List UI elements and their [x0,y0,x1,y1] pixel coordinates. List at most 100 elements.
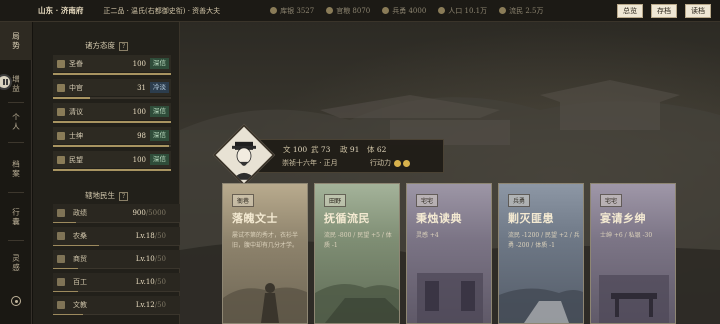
action-card-scholar[interactable]: 衙巷 落魄文士 屡试不第的秀才，衣衫半旧，腹中却有几分才学。 [222,183,308,324]
stat-grain: 官粮 8070 [326,6,370,16]
livelihood-bar [53,222,180,223]
card-art [499,288,583,323]
status-badge: 冷淡 [150,82,169,93]
attr-literacy: 文 100 [283,145,308,154]
top-status-bar: 山东 · 济南府 正二品 · 温氏(右都御史衔) · 资善大夫 库银 3527 … [0,0,720,22]
livelihood-row[interactable]: 文教 Lv.12 /50 [53,296,180,314]
action-point-icon [394,159,401,167]
card-art [223,283,307,323]
livelihood-row[interactable]: 政绩 900 /5000 [53,204,180,222]
crafts-icon [57,278,65,286]
soldier-icon [382,7,390,14]
nav-divider [8,192,24,193]
livelihood-bar [53,268,180,269]
load-button[interactable]: 读档 [685,4,711,18]
nav-item-buffs[interactable]: 增益 [0,72,32,96]
trade-icon [57,255,65,263]
silver-icon [270,7,278,14]
faction-row[interactable]: 清议 100 深信 [53,103,171,120]
card-description: 士绅 +6 / 私银 -30 [600,232,653,239]
target-icon[interactable] [11,296,21,306]
status-badge: 深信 [150,106,169,117]
action-card-bandits[interactable]: 兵勇 剿灭匪患 流民 -1200 / 民望 +2 / 兵勇 -200 / 体质 … [498,183,584,324]
card-title: 抚循流民 [324,212,370,225]
livelihood-bar [53,314,180,315]
livelihood-row[interactable]: 百工 Lv.10 /50 [53,273,180,291]
stat-soldiers: 兵勇 4000 [382,6,426,16]
left-nav: 局势 增益 个人 档案 行囊 灵感 [0,22,32,324]
refugee-icon [499,7,507,14]
faction-bar [53,169,171,171]
livelihood-bar [53,245,180,246]
game-date: 崇祯十六年 · 正月 [282,159,338,167]
stat-population: 人口 10.1万 [438,6,487,16]
status-badge: 深信 [150,130,169,141]
faction-bar [53,121,171,123]
action-points: 行动力 [370,158,410,168]
livelihood-bar [53,291,180,292]
attr-martial: 武 73 [311,145,331,154]
faction-bar [53,97,171,99]
livelihood-help-button[interactable]: ? [119,192,128,201]
card-category: 兵勇 [508,194,531,207]
attr-constitution: 体 62 [367,145,387,154]
gentry-icon [57,131,65,140]
card-title: 秉烛读典 [416,212,462,225]
population-icon [438,7,446,14]
grain-icon [326,7,334,14]
reputation-icon [57,155,65,164]
nav-item-personal[interactable]: 个人 [0,110,32,134]
livelihood-row[interactable]: 商贸 Lv.10 /50 [53,250,180,268]
faction-bar [53,73,171,75]
card-category: 田野 [324,194,347,207]
status-panel: 诸方态度? 圣眷 100 深信 中官 31 冷淡 清议 100 深信 士绅 98… [33,22,180,324]
nav-item-bag[interactable]: 行囊 [0,202,32,232]
rank-label: 正二品 · 温氏(右都御史衔) · 资善大夫 [103,6,221,15]
eunuch-icon [57,83,65,92]
card-art [315,284,399,323]
stat-refugees: 流民 2.5万 [499,6,543,16]
card-description: 灵感 +4 [416,232,439,239]
card-description: 屡试不第的秀才，衣衫半旧，腹中却有几分才学。 [232,232,299,249]
card-title: 宴请乡绅 [600,212,646,225]
action-card-refugees[interactable]: 田野 抚循流民 流民 -800 / 民望 +5 / 体质 -1 [314,183,400,324]
merit-icon [57,209,65,217]
factions-help-button[interactable]: ? [119,42,128,51]
action-point-icon [403,159,410,167]
faction-row[interactable]: 圣眷 100 深信 [53,55,171,72]
save-button[interactable]: 存档 [651,4,677,18]
faction-bar [53,145,171,147]
card-art [417,273,483,323]
factions-header: 诸方态度? [33,40,180,51]
nav-divider [8,102,24,103]
overview-button[interactable]: 总览 [617,4,643,18]
stat-silver: 库银 3527 [270,6,314,16]
nav-item-situation[interactable]: 局势 [0,22,32,60]
faction-row[interactable]: 民望 100 深信 [53,151,171,168]
livelihood-row[interactable]: 农桑 Lv.18 /50 [53,227,180,245]
nav-item-inspiration[interactable]: 灵感 [0,248,32,278]
card-category: 宅宅 [416,194,439,207]
attr-politics: 政 91 [340,145,360,154]
scholar-opinion-icon [57,107,65,116]
livelihood-header: 辖地民生? [33,190,180,201]
card-category: 衙巷 [232,194,255,207]
nav-divider [8,240,24,241]
nav-divider [8,142,24,143]
card-category: 宅宅 [600,194,623,207]
faction-row[interactable]: 中官 31 冷淡 [53,79,171,96]
farming-icon [57,232,65,240]
action-card-study[interactable]: 宅宅 秉烛读典 灵感 +4 [406,183,492,324]
action-card-banquet[interactable]: 宅宅 宴请乡绅 士绅 +6 / 私银 -30 [590,183,676,324]
status-badge: 深信 [150,58,169,69]
education-icon [57,301,65,309]
location-label: 山东 · 济南府 [38,6,84,15]
card-description: 流民 -800 / 民望 +5 / 体质 -1 [324,232,392,249]
card-title: 落魄文士 [232,212,278,225]
status-badge: 深信 [150,154,169,165]
card-art [599,275,669,323]
faction-row[interactable]: 士绅 98 深信 [53,127,171,144]
emperor-favor-icon [57,59,65,68]
card-title: 剿灭匪患 [508,212,554,225]
nav-item-archive[interactable]: 档案 [0,154,32,184]
